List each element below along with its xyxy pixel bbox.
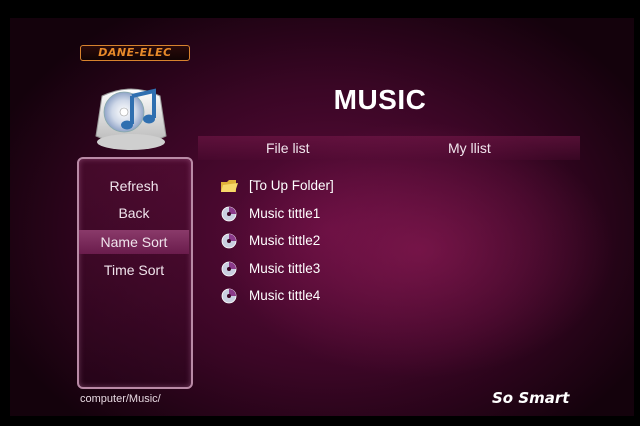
list-item[interactable]: Music tittle1 (220, 203, 320, 225)
list-item[interactable]: Music tittle3 (220, 258, 320, 280)
disc-icon (221, 206, 237, 222)
bottom-border (0, 416, 640, 426)
right-border (634, 0, 640, 426)
list-item-label: Music tittle3 (249, 261, 321, 276)
menu-item-back[interactable]: Back (79, 201, 189, 225)
menu-item-time-sort[interactable]: Time Sort (79, 258, 189, 282)
menu-item-refresh[interactable]: Refresh (79, 174, 189, 198)
menu-item-name-sort[interactable]: Name Sort (79, 230, 189, 254)
list-item[interactable]: [To Up Folder] (220, 175, 334, 197)
music-app-icon (95, 88, 167, 150)
left-border (0, 0, 10, 426)
tab-file-list[interactable]: File list (266, 140, 310, 156)
list-item[interactable]: Music tittle4 (220, 285, 320, 307)
disc-icon (221, 261, 237, 277)
folder-icon (221, 180, 238, 192)
list-item-label: Music tittle2 (249, 233, 321, 248)
list-item-label: [To Up Folder] (249, 178, 334, 193)
disc-icon (221, 288, 237, 304)
current-path: computer/Music/ (80, 393, 161, 405)
list-item-label: Music tittle4 (249, 288, 321, 303)
brand-logo: DANE-ELEC (80, 45, 190, 61)
tab-my-list[interactable]: My llist (448, 140, 491, 156)
top-border (0, 0, 640, 18)
list-item-label: Music tittle1 (249, 206, 321, 221)
list-item[interactable]: Music tittle2 (220, 230, 320, 252)
tab-bar (198, 136, 580, 160)
disc-icon (221, 233, 237, 249)
page-title: MUSIC (333, 84, 427, 115)
slogan-text: So Smart (492, 389, 570, 407)
